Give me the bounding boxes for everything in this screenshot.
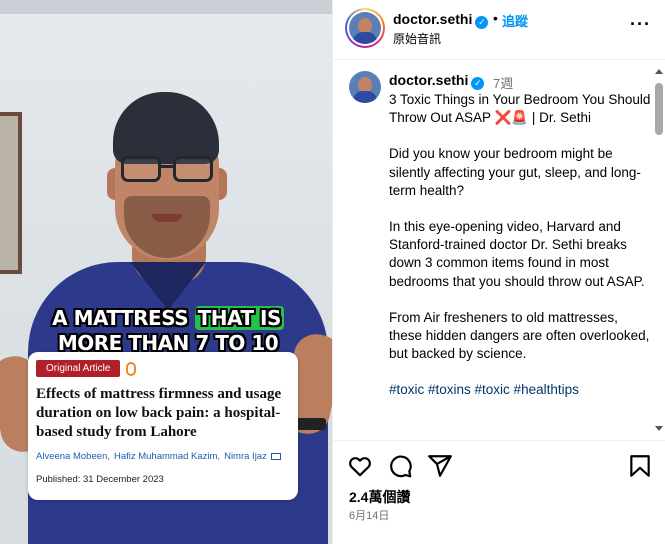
- verified-icon: ✓: [475, 16, 489, 29]
- header-username-text[interactable]: doctor.sethi: [393, 11, 472, 27]
- post-header: doctor.sethi ✓ • 追蹤 原始音訊 ···: [333, 0, 665, 60]
- presenter-mouth: [152, 214, 182, 222]
- author-2: Hafiz Muhammad Kazim,: [113, 451, 221, 462]
- comment-button[interactable]: [387, 453, 413, 479]
- video-caption: A MATTRESS THAT IS MORE THAN 7 TO 10: [18, 306, 318, 356]
- save-button[interactable]: [627, 453, 653, 479]
- author-avatar: [349, 12, 381, 44]
- original-article-badge: Original Article: [36, 360, 121, 377]
- author-avatar-story-ring[interactable]: [345, 8, 385, 48]
- author-1: Alveena Mobeen,: [36, 451, 110, 462]
- wristwatch: [296, 418, 326, 430]
- comments-scrollbar[interactable]: [654, 69, 664, 431]
- heart-icon: [349, 457, 371, 477]
- caption-line1-start: A MATTRESS: [52, 306, 195, 330]
- like-count[interactable]: 2.4萬個讚: [349, 487, 410, 507]
- open-access-icon: [126, 361, 137, 376]
- header-username[interactable]: doctor.sethi ✓: [393, 11, 489, 29]
- scroll-down-arrow[interactable]: [655, 426, 663, 431]
- original-audio-link[interactable]: 原始音訊: [393, 30, 441, 47]
- comment-icon: [390, 455, 412, 478]
- wall-trim: [0, 0, 332, 14]
- follow-button[interactable]: 追蹤: [502, 11, 528, 30]
- caption-highlight: THAT IS: [194, 306, 284, 330]
- presenter-glasses: [119, 156, 215, 184]
- comment-timestamp[interactable]: 7週: [493, 73, 513, 92]
- comment-username-text[interactable]: doctor.sethi: [389, 72, 468, 88]
- more-icon[interactable]: ···: [630, 14, 651, 35]
- post-caption-text: 3 Toxic Things in Your Bedroom You Shoul…: [389, 91, 651, 418]
- caption-paragraph: Did you know your bedroom might be silen…: [389, 146, 641, 198]
- share-icon: [428, 455, 452, 477]
- scrubs-collar: [130, 262, 206, 310]
- caption-hashtags[interactable]: #toxic #toxins #toxic #healthtips: [389, 381, 651, 399]
- post-actions: 2.4萬個讚 6月14日: [333, 440, 665, 544]
- article-authors: Alveena Mobeen, Hafiz Muhammad Kazim, Ni…: [36, 451, 290, 462]
- verified-icon: ✓: [471, 77, 485, 90]
- caption-paragraph: 3 Toxic Things in Your Bedroom You Shoul…: [389, 92, 651, 126]
- author-3: Nimra Ijaz: [224, 451, 267, 462]
- like-button[interactable]: [347, 453, 373, 479]
- scrollbar-thumb[interactable]: [655, 83, 663, 135]
- mail-icon: [270, 453, 281, 460]
- header-separator: •: [493, 10, 498, 26]
- caption-comment-area[interactable]: doctor.sethi ✓ 7週 3 Toxic Things in Your …: [333, 61, 665, 439]
- scroll-up-arrow[interactable]: [655, 69, 663, 74]
- article-card: Original Article Effects of mattress fir…: [28, 352, 298, 500]
- caption-paragraph: In this eye-opening video, Harvard and S…: [389, 219, 645, 289]
- article-published-date: Published: 31 December 2023: [36, 474, 164, 485]
- wall-picture-frame: [0, 112, 22, 274]
- comment-username[interactable]: doctor.sethi ✓: [389, 72, 485, 90]
- article-badge-row: Original Article: [36, 360, 290, 377]
- article-title: Effects of mattress firmness and usage d…: [36, 386, 282, 440]
- comment-author-avatar[interactable]: [349, 71, 381, 103]
- bookmark-icon: [630, 455, 650, 477]
- post-panel: doctor.sethi ✓ • 追蹤 原始音訊 ··· doctor.sethi…: [332, 0, 665, 544]
- reel-video[interactable]: A MATTRESS THAT IS MORE THAN 7 TO 10 Ori…: [0, 0, 332, 544]
- surgical-cap: [113, 92, 219, 164]
- share-button[interactable]: [427, 453, 453, 479]
- caption-paragraph: From Air fresheners to old mattresses, t…: [389, 309, 650, 362]
- post-date[interactable]: 6月14日: [349, 507, 389, 523]
